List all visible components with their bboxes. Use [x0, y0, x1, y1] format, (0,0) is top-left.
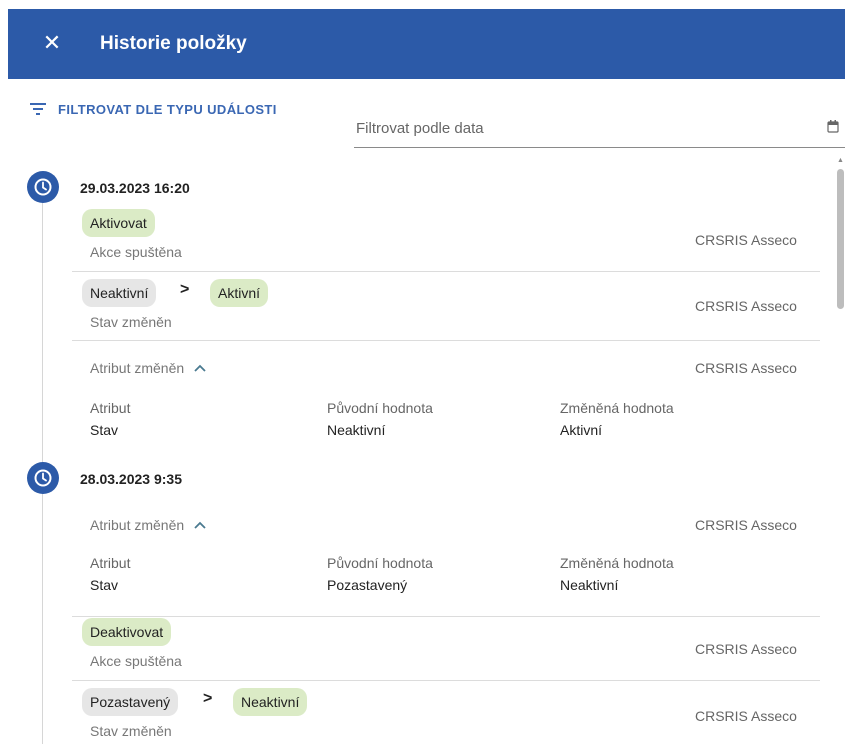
- filter-event-type-label: FILTROVAT DLE TYPU UDÁLOSTI: [58, 101, 277, 117]
- date-filter-input[interactable]: [356, 116, 796, 140]
- filter-icon: [30, 103, 46, 115]
- attribute-value: Stav: [90, 577, 119, 593]
- divider: [72, 680, 820, 681]
- dialog-header: ✕ Historie položky: [8, 9, 845, 79]
- chevron-right-icon: >: [203, 690, 213, 707]
- divider: [72, 616, 820, 617]
- event-subtitle: Stav změněn: [90, 314, 172, 330]
- state-to-chip: Neaktivní: [233, 688, 308, 716]
- event-user: CRSRIS Asseco: [695, 517, 797, 533]
- date-filter-field[interactable]: [354, 110, 845, 148]
- clock-icon: [27, 171, 59, 203]
- chevron-up-icon: [194, 521, 206, 529]
- changed-value: Aktivní: [560, 422, 603, 438]
- chevron-right-icon: >: [180, 281, 190, 298]
- attribute-changed-label: Atribut změněn: [90, 360, 185, 376]
- divider: [72, 340, 820, 341]
- chevron-up-icon: [194, 364, 206, 372]
- history-date: 29.03.2023 16:20: [80, 180, 190, 196]
- history-list[interactable]: 29.03.2023 16:20 Aktivovat Akce spuštěna…: [0, 155, 845, 744]
- attribute-changed-toggle[interactable]: Atribut změněn: [90, 517, 206, 533]
- state-to-chip: Aktivní: [210, 279, 269, 307]
- state-from-chip: Pozastavený: [82, 688, 179, 716]
- column-original-header: Původní hodnota: [327, 555, 433, 571]
- event-user: CRSRIS Asseco: [695, 708, 797, 724]
- changed-value: Neaktivní: [560, 577, 619, 593]
- original-value: Pozastavený: [327, 577, 408, 593]
- filter-event-type-button[interactable]: FILTROVAT DLE TYPU UDÁLOSTI: [30, 99, 277, 119]
- event-user: CRSRIS Asseco: [695, 232, 797, 248]
- column-original-header: Původní hodnota: [327, 400, 433, 416]
- state-from-chip: Neaktivní: [82, 279, 157, 307]
- event-user: CRSRIS Asseco: [695, 298, 797, 314]
- attribute-changed-toggle[interactable]: Atribut změněn: [90, 360, 206, 376]
- divider: [72, 271, 820, 272]
- attribute-changed-label: Atribut změněn: [90, 517, 185, 533]
- event-subtitle: Stav změněn: [90, 723, 172, 739]
- scrollbar[interactable]: ▲: [836, 155, 845, 744]
- event-subtitle: Akce spuštěna: [90, 653, 182, 669]
- scrollbar-thumb[interactable]: [837, 169, 844, 309]
- action-chip: Deaktivovat: [82, 618, 172, 646]
- event-user: CRSRIS Asseco: [695, 641, 797, 657]
- column-attribute-header: Atribut: [90, 400, 131, 416]
- original-value: Neaktivní: [327, 422, 386, 438]
- column-attribute-header: Atribut: [90, 555, 131, 571]
- calendar-icon[interactable]: [827, 120, 839, 133]
- column-changed-header: Změněná hodnota: [560, 400, 674, 416]
- event-subtitle: Akce spuštěna: [90, 244, 182, 260]
- close-icon[interactable]: ✕: [38, 29, 66, 57]
- attribute-value: Stav: [90, 422, 119, 438]
- action-chip: Aktivovat: [82, 209, 155, 237]
- clock-icon: [27, 462, 59, 494]
- history-date: 28.03.2023 9:35: [80, 471, 182, 487]
- column-changed-header: Změněná hodnota: [560, 555, 674, 571]
- dialog-title: Historie položky: [100, 33, 247, 54]
- scroll-up-icon[interactable]: ▲: [837, 157, 844, 164]
- event-user: CRSRIS Asseco: [695, 360, 797, 376]
